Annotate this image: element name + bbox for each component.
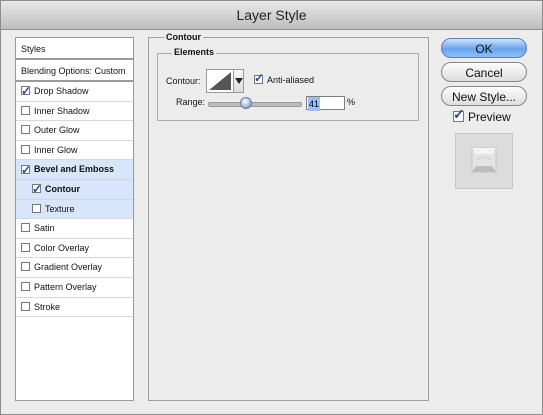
cancel-button[interactable]: Cancel xyxy=(441,62,527,82)
sidebar-item-label: Color Overlay xyxy=(34,242,90,253)
checkbox-icon[interactable] xyxy=(21,125,30,135)
sidebar-item-label: Drop Shadow xyxy=(34,86,89,96)
checkbox-icon[interactable] xyxy=(21,282,30,292)
checkbox-icon xyxy=(254,71,264,85)
checkbox-icon[interactable] xyxy=(21,262,30,272)
window-title: Layer Style xyxy=(1,1,542,30)
checkbox-icon[interactable] xyxy=(21,82,31,101)
checkbox-icon xyxy=(453,106,465,123)
sidebar-item-satin[interactable]: Satin xyxy=(16,219,133,239)
checkbox-icon[interactable] xyxy=(21,301,30,311)
sidebar-item-label: Contour xyxy=(45,183,80,194)
styles-sidebar: Styles Blending Options: Custom Drop Sha… xyxy=(15,37,134,401)
contour-curve-icon xyxy=(209,72,231,90)
ok-button[interactable]: OK xyxy=(441,38,527,58)
sidebar-item-bevel-and-emboss[interactable]: Bevel and Emboss xyxy=(16,160,133,180)
sidebar-item-contour[interactable]: Contour xyxy=(16,179,133,200)
checkbox-icon[interactable] xyxy=(21,161,31,180)
range-slider-knob[interactable] xyxy=(239,97,252,109)
sidebar-header-styles[interactable]: Styles xyxy=(16,38,133,60)
sidebar-item-inner-glow[interactable]: Inner Glow xyxy=(16,141,133,161)
checkbox-icon[interactable] xyxy=(32,180,42,199)
contour-label: Contour: xyxy=(166,76,201,86)
layer-style-dialog: Layer Style Styles Blending Options: Cus… xyxy=(0,0,543,415)
sidebar-item-outer-glow[interactable]: Outer Glow xyxy=(16,121,133,141)
sidebar-item-pattern-overlay[interactable]: Pattern Overlay xyxy=(16,278,133,298)
sidebar-item-label: Inner Shadow xyxy=(34,105,90,116)
chevron-down-icon xyxy=(235,78,243,84)
range-slider-track[interactable] xyxy=(208,102,302,107)
sidebar-item-texture[interactable]: Texture xyxy=(16,199,133,220)
checkbox-icon[interactable] xyxy=(32,203,41,213)
sidebar-item-label: Gradient Overlay xyxy=(34,262,103,273)
elements-group xyxy=(157,53,419,121)
checkbox-icon[interactable] xyxy=(21,242,30,252)
sidebar-item-label: Stroke xyxy=(34,301,61,312)
sidebar-item-label: Texture xyxy=(45,203,75,214)
percent-label: % xyxy=(347,97,356,107)
range-value: 41 xyxy=(308,97,321,111)
anti-aliased-label: Anti-aliased xyxy=(267,75,315,85)
new-style-button[interactable]: New Style... xyxy=(441,86,527,106)
sidebar-item-blending-options[interactable]: Blending Options: Custom xyxy=(16,60,133,82)
sidebar-item-color-overlay[interactable]: Color Overlay xyxy=(16,239,133,259)
sidebar-item-gradient-overlay[interactable]: Gradient Overlay xyxy=(16,258,133,278)
sidebar-item-inner-shadow[interactable]: Inner Shadow xyxy=(16,102,133,122)
preview-checkbox[interactable]: Preview xyxy=(453,106,511,124)
contour-picker[interactable] xyxy=(206,69,234,93)
sidebar-item-label: Inner Glow xyxy=(34,144,78,155)
sidebar-item-label: Outer Glow xyxy=(34,125,80,136)
preview-thumbnail xyxy=(455,133,513,189)
sidebar-item-label: Satin xyxy=(34,223,55,234)
range-label: Range: xyxy=(176,97,206,107)
sidebar-item-drop-shadow[interactable]: Drop Shadow xyxy=(16,82,133,102)
checkbox-icon[interactable] xyxy=(21,105,30,115)
sidebar-item-label: Pattern Overlay xyxy=(34,281,97,292)
preview-label: Preview xyxy=(468,110,511,124)
range-input[interactable]: 41 xyxy=(306,96,345,111)
contour-dropdown-button[interactable] xyxy=(234,69,244,93)
preview-image xyxy=(471,147,497,173)
sidebar-style-list: Drop Shadow Inner Shadow Outer Glow Inner G… xyxy=(16,82,133,318)
sidebar-item-label: Bevel and Emboss xyxy=(34,164,115,175)
anti-aliased-checkbox[interactable]: Anti-aliased xyxy=(254,71,315,85)
section-title: Contour xyxy=(164,32,203,42)
checkbox-icon[interactable] xyxy=(21,223,30,233)
checkbox-icon[interactable] xyxy=(21,144,30,154)
sidebar-item-stroke[interactable]: Stroke xyxy=(16,298,133,318)
group-title: Elements xyxy=(172,47,217,57)
